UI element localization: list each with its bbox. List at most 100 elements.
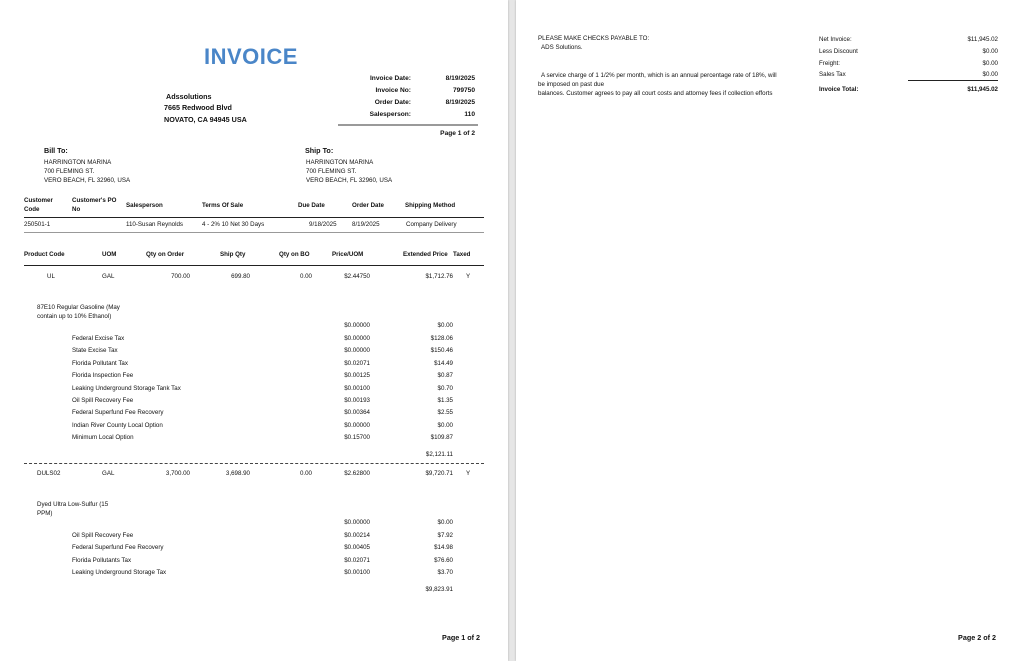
ship-to-line: VERO BEACH, FL 32960, USA [306,177,393,184]
tax-name: State Excise Tax [72,347,118,354]
tax-amount: $109.87 [430,434,453,441]
page-footer: Page 2 of 2 [958,633,996,642]
col-customer-code: Code [24,206,40,213]
tax-name: Oil Spill Recovery Fee [72,532,134,539]
col-customer-po: Customer's PO [72,197,117,204]
total-value: $0.00 [982,48,998,55]
item-qty-on-bo: 0.00 [299,273,312,280]
ship-to-line: 700 FLEMING ST. [306,168,357,175]
tax-rate: $0.00100 [344,385,370,392]
order-due-date: 9/18/2025 [309,221,337,228]
invoice-total-value: $11,945.02 [967,86,998,93]
item-price: $2.62800 [344,470,370,477]
item-detail-price: $0.00000 [344,322,370,329]
order-date-value: 8/19/2025 [445,99,475,106]
order-shipping-method: Company Delivery [406,221,457,228]
tax-name: Federal Excise Tax [72,335,125,342]
tax-rate: $0.15700 [344,434,370,441]
item-detail-price: $0.00000 [344,519,370,526]
salesperson-label: Salesperson: [369,111,411,118]
total-value: $0.00 [982,71,998,78]
company-address-2: NOVATO, CA 94945 USA [164,115,247,124]
total-label: Sales Tax [819,71,846,78]
payable-to: ADS Solutions. [541,44,583,51]
tax-rate: $0.00100 [344,569,370,576]
item-qty-on-bo: 0.00 [299,470,312,477]
company-name: Adssolutions [166,92,212,101]
tax-name: Leaking Underground Storage Tax [72,569,167,576]
tax-name: Florida Inspection Fee [72,372,134,379]
bill-to-line: 700 FLEMING ST. [44,168,95,175]
tax-amount: $0.87 [437,372,453,379]
line-header-rule [24,265,484,266]
tax-name: Federal Superfund Fee Recovery [72,409,164,416]
tax-rate: $0.00405 [344,544,370,551]
col-customer-code: Customer [24,197,53,204]
salesperson-value: 110 [464,111,475,118]
invoice-title: INVOICE [204,44,298,69]
payable-heading: PLEASE MAKE CHECKS PAYABLE TO: [538,35,650,42]
item-extended-price: $9,720.71 [425,470,453,477]
item-description: contain up to 10% Ethanol) [37,313,112,320]
item-separator [24,463,484,464]
col-terms: Terms Of Sale [202,202,244,209]
item-detail-ext: $0.00 [437,519,453,526]
col-extended-price: Extended Price [403,251,448,258]
tax-amount: $7.92 [437,532,453,539]
col-ship-qty: Ship Qty [220,251,246,258]
order-row-rule [24,232,484,233]
tax-rate: $0.00214 [344,532,370,539]
tax-rate: $0.00193 [344,397,370,404]
item-description: Dyed Ultra Low-Sulfur (15 [37,501,109,508]
page-number-top: Page 1 of 2 [440,130,475,137]
col-shipping-method: Shipping Method [405,202,456,209]
order-terms: 4 - 2% 10 Net 30 Days [202,221,265,228]
invoice-no-label: Invoice No: [375,87,411,94]
total-label: Net Invoice: [819,36,852,43]
invoice-page-1: INVOICE Adssolutions 7665 Redwood Blvd N… [0,0,508,661]
col-salesperson: Salesperson [126,202,163,209]
item-product-code: DULS02 [37,470,61,477]
item-taxed: Y [466,470,471,477]
terms-text-line: be imposed on past due [538,81,605,88]
tax-amount: $76.60 [434,557,453,564]
tax-amount: $150.46 [430,347,453,354]
tax-rate: $0.02071 [344,557,370,564]
col-order-date: Order Date [352,202,384,209]
invoice-page-2: PLEASE MAKE CHECKS PAYABLE TO: ADS Solut… [516,0,1024,661]
tax-name: Florida Pollutants Tax [72,557,132,564]
terms-text-line: A service charge of 1 1/2% per month, wh… [541,72,777,79]
tax-name: Indian River County Local Option [72,422,163,429]
tax-rate: $0.00000 [344,347,370,354]
order-header-rule [24,217,484,218]
tax-amount: $0.70 [437,385,453,392]
ship-to-line: HARRINGTON MARINA [306,159,374,166]
item-qty-on-order: 700.00 [171,273,190,280]
bill-to-heading: Bill To: [44,146,68,155]
item-description: 87E10 Regular Gasoline (May [37,304,120,311]
tax-amount: $3.70 [437,569,453,576]
tax-name: Federal Superfund Fee Recovery [72,544,164,551]
tax-amount: $14.98 [434,544,453,551]
total-label: Less Discount [819,48,858,55]
col-customer-po: No [72,206,81,213]
tax-rate: $0.00125 [344,372,370,379]
terms-text-line: balances. Customer agrees to pay all cou… [538,90,773,97]
total-value: $0.00 [982,60,998,67]
item-ship-qty: 3,698.90 [225,470,250,477]
item-uom: GAL [102,470,115,477]
item-taxed: Y [466,273,471,280]
tax-rate: $0.02071 [344,360,370,367]
tax-amount: $128.06 [430,335,453,342]
item-description: PPM) [37,510,53,517]
total-label: Freight: [819,60,840,67]
tax-amount: $2.55 [437,409,453,416]
tax-amount: $1.35 [437,397,453,404]
item-detail-ext: $0.00 [437,322,453,329]
invoice-total-label: Invoice Total: [819,86,859,93]
tax-amount: $0.00 [437,422,453,429]
tax-rate: $0.00000 [344,422,370,429]
company-address-1: 7665 Redwood Blvd [164,103,232,112]
item-price: $2.44750 [344,273,370,280]
order-salesperson: 110-Susan Reynolds [126,221,183,228]
